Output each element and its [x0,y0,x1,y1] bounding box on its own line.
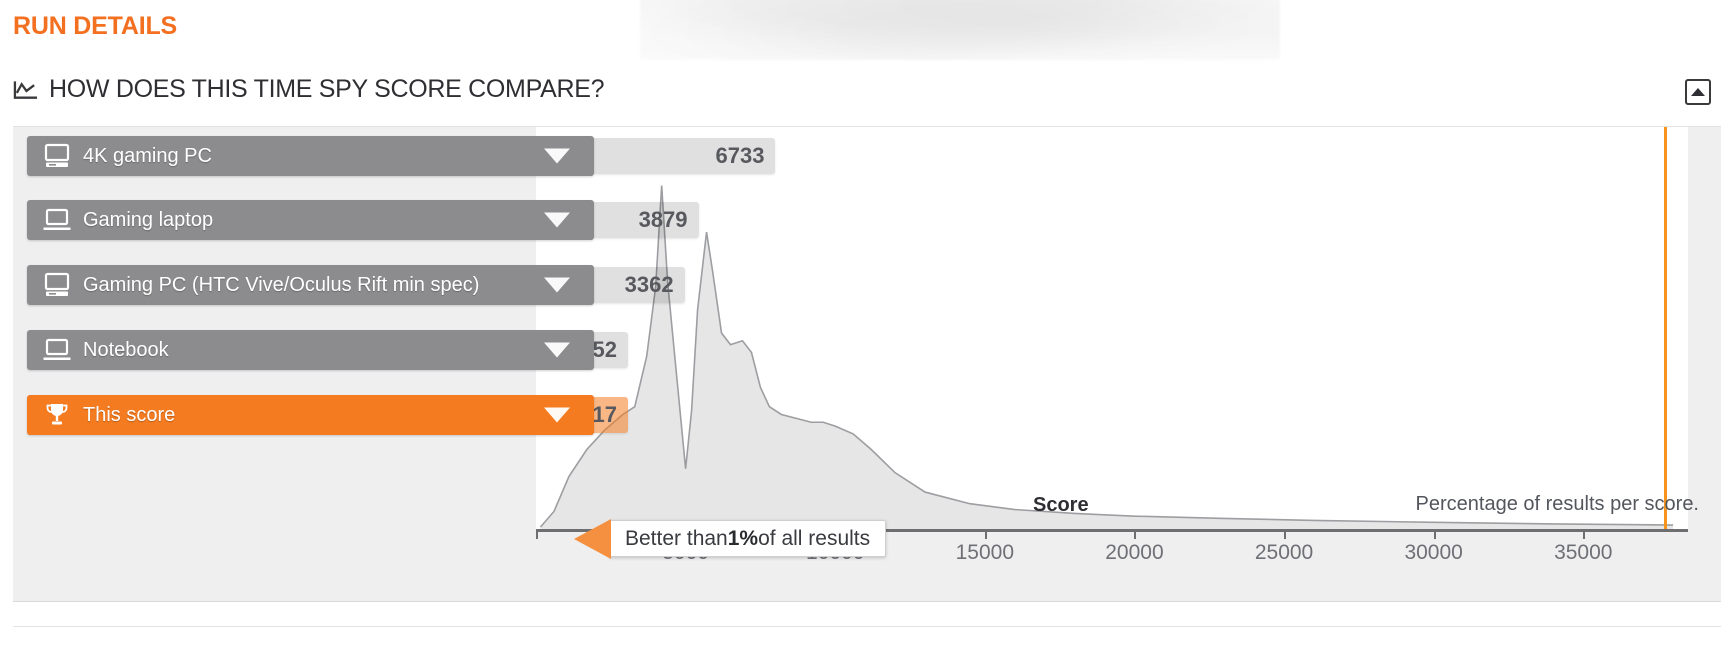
chevron-down-icon[interactable] [544,212,570,228]
comparison-row-label: Gaming PC (HTC Vive/Oculus Rift min spec… [83,273,480,296]
tooltip-prefix: Better than [625,526,728,550]
laptop-icon [39,338,75,362]
comparison-row-label: Notebook [83,338,169,361]
desktop-monitor-icon [39,143,75,169]
desktop-monitor-icon [39,272,75,298]
line-chart-icon [13,79,38,101]
comparison-row-value: 3362 [624,272,674,297]
x-axis-tick [984,529,987,539]
chevron-down-icon[interactable] [544,407,570,423]
laptop-icon [39,208,75,232]
x-axis-tick [1583,529,1586,539]
comparison-row-value: 6733 [715,143,765,168]
x-axis-tick-label: 20000 [1105,541,1164,564]
distribution-area-path [539,185,1674,529]
section-title: HOW DOES THIS TIME SPY SCORE COMPARE? [49,75,605,103]
x-axis-tick-label: 15000 [955,541,1015,564]
tooltip-percent: 1% [727,526,759,550]
x-axis-tick [1134,529,1137,539]
chevron-down-icon[interactable] [544,277,570,293]
run-details-page: RUN DETAILS HOW DOES THIS TIME SPY SCORE… [0,0,1734,646]
x-axis-tick [1284,529,1287,539]
comparison-row-value: 3879 [638,207,688,232]
comparison-row-label: This score [83,403,176,426]
distribution-chart [536,127,1688,529]
x-axis-tick-label: 25000 [1254,541,1314,564]
right-edge-marker-line [1664,127,1668,532]
x-axis-tick [1433,529,1436,539]
chevron-down-icon[interactable] [544,342,570,358]
comparison-row-value-bar: 517 [580,397,628,433]
collapse-up-icon [1691,88,1705,96]
comparison-row-value-bar: 3879 [594,202,699,238]
trophy-icon [39,402,75,428]
chevron-down-icon[interactable] [544,148,570,164]
comparison-row-bar[interactable]: This score [27,395,594,435]
comparison-row-value-bar: 6733 [594,138,776,174]
comparison-row-bar[interactable]: 4K gaming PC [27,136,594,176]
page-title: RUN DETAILS [13,12,177,40]
tooltip-arrow-icon [574,519,611,559]
x-axis-tick-label: 30000 [1404,541,1463,564]
comparison-row-bar[interactable]: Gaming laptop [27,200,594,240]
section-header: HOW DOES THIS TIME SPY SCORE COMPARE? [13,75,1721,117]
tooltip-suffix: of all results [758,526,871,550]
collapse-section-button[interactable] [1685,79,1711,105]
x-axis-tick-label: 35000 [1554,541,1613,564]
panel-bottom-divider [13,626,1721,627]
x-axis-tick [536,529,538,539]
comparison-row-value-bar: 3362 [594,267,685,303]
chart-caption: Percentage of results per score. [1415,493,1699,515]
comparison-row-label: 4K gaming PC [83,144,212,167]
comparison-row-label: Gaming laptop [83,208,214,231]
comparison-row-bar[interactable]: Notebook [27,330,594,370]
comparison-panel: 5000100001500020000250003000035000 Score… [13,126,1721,602]
comparison-row-bar[interactable]: Gaming PC (HTC Vive/Oculus Rift min spec… [27,265,594,305]
background-watermark [640,0,1280,60]
percentile-tooltip: Better than 1% of all results [609,520,887,557]
comparison-row-value-bar: 552 [580,332,628,368]
x-axis-label: Score [1033,494,1089,516]
